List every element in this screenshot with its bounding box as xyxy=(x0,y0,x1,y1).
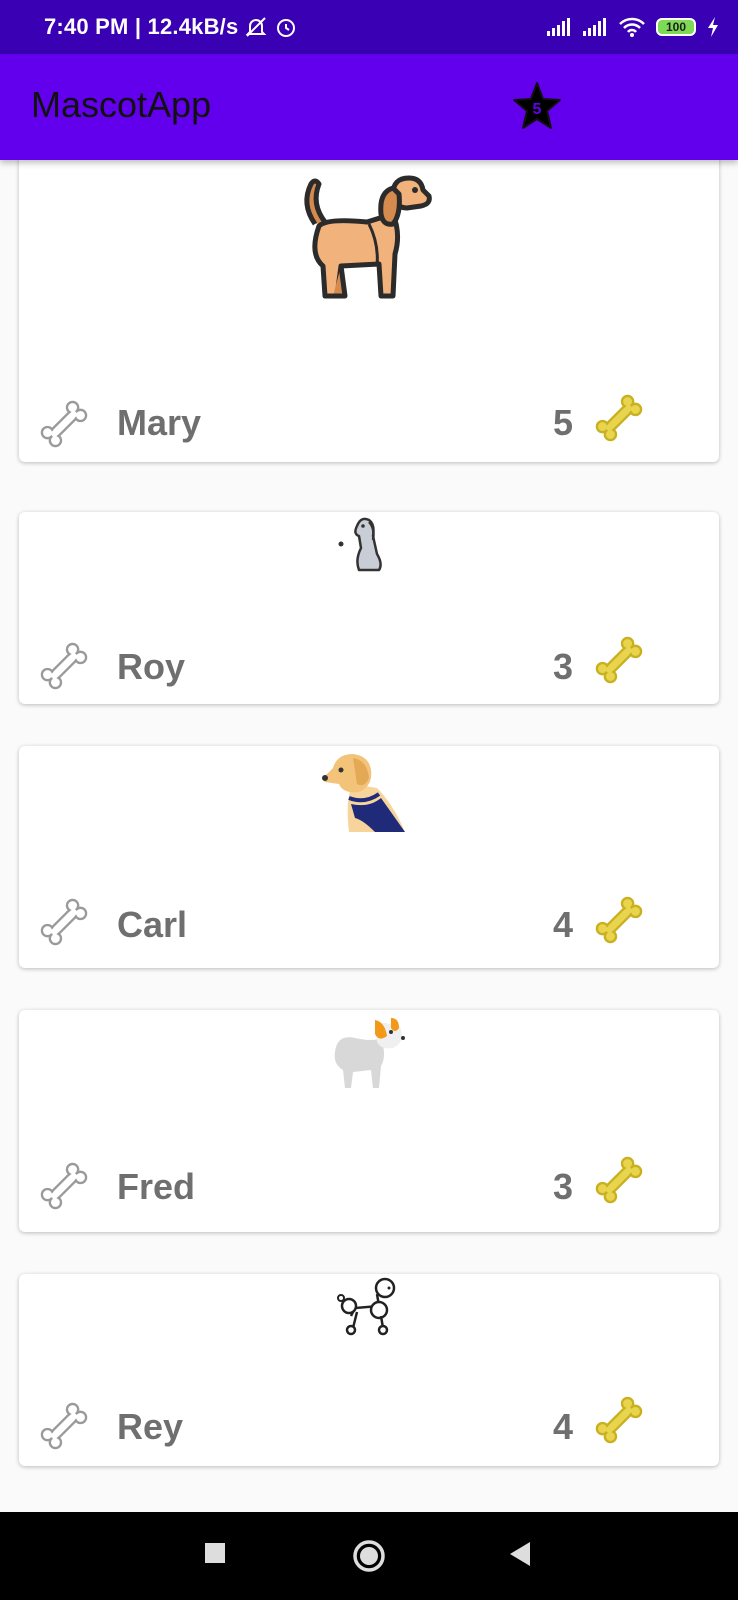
pet-likes-count: 3 xyxy=(553,646,574,687)
pet-list[interactable]: Mary 5 Roy 3 Carl 4 Fred 3 Rey 4 xyxy=(0,160,738,1512)
bone-like-button-icon[interactable] xyxy=(36,638,92,694)
favorites-button[interactable]: 5 xyxy=(510,80,564,134)
pet-name: Rey xyxy=(117,1406,184,1447)
pet-likes-count: 4 xyxy=(553,1406,574,1447)
status-bar: 7:40 PM | 12.4kB/s 100 xyxy=(0,0,738,54)
pet-name: Mary xyxy=(117,402,202,443)
star-icon: 5 xyxy=(513,82,561,129)
battery-level: 100 xyxy=(665,20,687,34)
poodle-dog-image xyxy=(337,1277,396,1336)
pet-likes-count: 3 xyxy=(553,1166,574,1207)
favorites-badge: 5 xyxy=(533,101,542,118)
labrador-dog-image xyxy=(322,754,405,832)
bell-off-icon xyxy=(246,17,267,37)
pet-card[interactable]: Fred 3 xyxy=(19,1010,719,1232)
bone-rating-icon xyxy=(591,892,647,948)
pet-card[interactable]: Carl 4 xyxy=(19,746,719,968)
pet-name: Fred xyxy=(117,1166,196,1207)
beagle-dog-image xyxy=(304,175,432,299)
bone-rating-icon xyxy=(591,1152,647,1208)
system-nav-bar xyxy=(0,1512,738,1600)
bone-like-button-icon[interactable] xyxy=(36,894,92,950)
bone-like-button-icon[interactable] xyxy=(36,1398,92,1454)
pet-likes-count: 5 xyxy=(553,402,574,443)
papillon-dog-image xyxy=(334,1018,405,1088)
signal-icon-2 xyxy=(583,18,606,36)
bone-like-button-icon[interactable] xyxy=(36,1158,92,1214)
status-time-speed: 7:40 PM | 12.4kB/s xyxy=(44,14,239,39)
wifi-icon xyxy=(619,17,645,37)
status-right: 100 xyxy=(546,16,720,38)
charging-icon xyxy=(708,17,718,37)
bone-rating-icon xyxy=(591,1392,647,1448)
pet-name: Roy xyxy=(117,646,186,687)
pet-card[interactable]: Mary 5 xyxy=(19,160,719,462)
battery-icon: 100 xyxy=(656,18,696,36)
bone-rating-icon xyxy=(591,390,647,446)
back-icon[interactable] xyxy=(508,1540,532,1568)
pet-card[interactable]: Roy 3 xyxy=(19,512,719,704)
pet-likes-count: 4 xyxy=(553,904,574,945)
signal-icon xyxy=(547,18,570,36)
status-left: 7:40 PM | 12.4kB/s xyxy=(44,14,298,40)
app-title: MascotApp xyxy=(31,84,212,125)
bone-rating-icon xyxy=(591,632,647,688)
recent-apps-icon[interactable] xyxy=(204,1542,226,1564)
home-icon[interactable] xyxy=(351,1538,387,1574)
pet-card[interactable]: Rey 4 xyxy=(19,1274,719,1466)
alarm-icon xyxy=(277,19,296,37)
sitting-dog-image xyxy=(338,517,382,572)
app-bar: MascotApp 5 xyxy=(0,54,738,160)
bone-like-button-icon[interactable] xyxy=(36,396,92,452)
pet-name: Carl xyxy=(117,904,188,945)
